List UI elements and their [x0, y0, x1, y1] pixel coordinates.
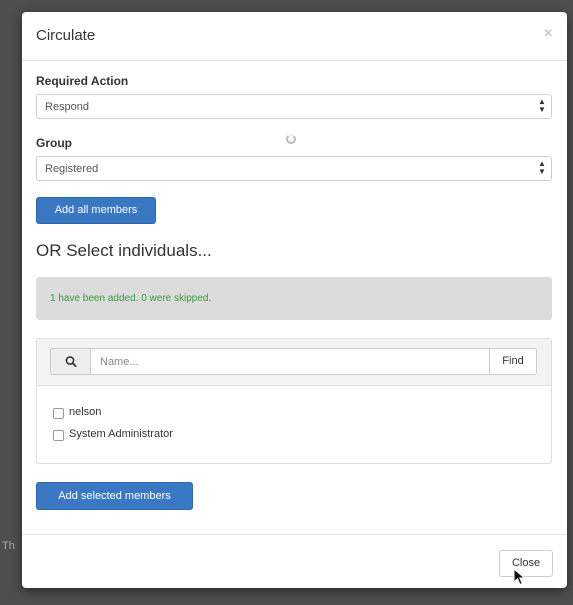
circulate-dialog: Circulate × Required Action Respond ▲ ▼ G… — [22, 12, 567, 588]
dialog-title: Circulate — [36, 27, 96, 44]
group-label: Group — [36, 136, 72, 150]
select-arrows-icon: ▲ ▼ — [538, 97, 546, 114]
member-checkbox[interactable] — [53, 408, 64, 419]
close-icon[interactable]: × — [544, 25, 553, 43]
member-name: System Administrator — [69, 428, 173, 440]
group-value: Registered — [45, 163, 99, 175]
status-alert-text: 1 have been added. 0 were skipped. — [50, 293, 212, 304]
select-individuals-heading: OR Select individuals... — [36, 241, 212, 260]
background-text-fragment: Th — [2, 540, 15, 552]
select-arrows-icon: ▲ ▼ — [538, 159, 546, 176]
add-all-members-button[interactable]: Add all members — [36, 197, 156, 224]
search-bar: Find — [37, 339, 551, 386]
member-checkbox[interactable] — [53, 430, 64, 441]
dialog-footer: Close — [22, 534, 567, 588]
required-action-label: Required Action — [36, 74, 129, 88]
member-name: nelson — [69, 406, 102, 418]
search-addon — [50, 348, 91, 375]
find-button[interactable]: Find — [489, 348, 537, 375]
loading-spinner-icon — [286, 134, 296, 144]
mouse-cursor-icon — [513, 568, 526, 586]
dialog-header: Circulate × — [22, 12, 567, 61]
group-select[interactable]: Registered ▲ ▼ — [36, 156, 552, 181]
search-input[interactable] — [90, 348, 490, 375]
required-action-select[interactable]: Respond ▲ ▼ — [36, 94, 552, 119]
required-action-value: Respond — [45, 101, 90, 113]
status-alert: 1 have been added. 0 were skipped. — [36, 277, 552, 320]
search-icon — [65, 356, 77, 368]
member-search-panel: Find nelson System Administrator — [36, 338, 552, 464]
add-selected-members-button[interactable]: Add selected members — [36, 482, 193, 510]
